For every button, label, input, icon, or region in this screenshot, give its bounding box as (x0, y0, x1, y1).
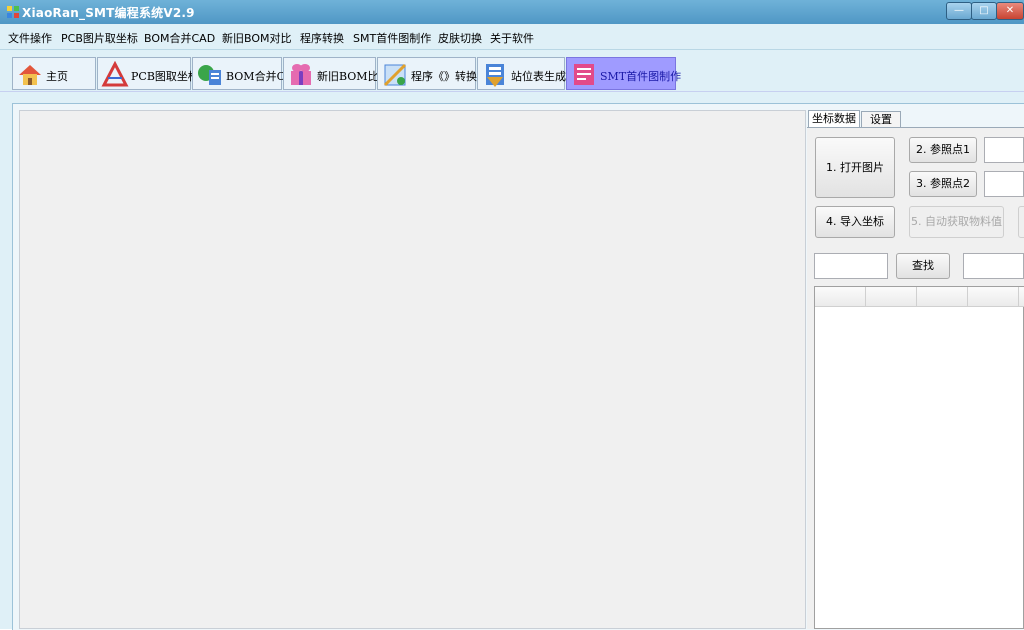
grid-column-header[interactable] (968, 287, 1019, 307)
search-input-right[interactable] (963, 253, 1024, 279)
menu-program-convert[interactable]: 程序转换 (300, 30, 344, 46)
menu-smt-first-article[interactable]: SMT首件图制作 (353, 30, 431, 46)
menu-bom-merge[interactable]: BOM合并CAD (144, 30, 215, 46)
ref-point1-button[interactable]: 2. 参照点1 (909, 137, 977, 163)
search-input-left[interactable] (814, 253, 888, 279)
tab-bom-compare[interactable]: 新旧BOM比较 (283, 57, 390, 90)
pcb-icon (101, 61, 129, 87)
minimize-button[interactable]: — (946, 2, 972, 20)
tab-program-convert[interactable]: 程序《》转换 (377, 57, 477, 90)
station-table-icon (486, 64, 504, 87)
tab-coordinate-data[interactable]: 坐标数据 (808, 110, 860, 128)
convert-icon (383, 63, 407, 87)
compare-icon (291, 64, 311, 85)
title-bar: XiaoRan_SMT编程系统V2.9 — □ ✕ (0, 0, 1024, 24)
auto-material-button[interactable]: 5. 自动获取物料值 (909, 206, 1004, 238)
tab-settings[interactable]: 设置 (861, 111, 901, 128)
app-icon (7, 6, 19, 18)
menu-pcb-coords[interactable]: PCB图片取坐标 (61, 30, 138, 46)
search-button[interactable]: 查找 (896, 253, 950, 279)
menu-file[interactable]: 文件操作 (8, 30, 52, 46)
merge-icon (198, 65, 221, 85)
first-article-icon (574, 64, 594, 85)
tab-station-table[interactable]: 站位表生成 (477, 57, 566, 90)
menu-about[interactable]: 关于软件 (490, 30, 534, 46)
menu-bom-compare[interactable]: 新旧BOM对比 (222, 30, 292, 46)
home-icon (19, 65, 41, 85)
import-coords-button[interactable]: 4. 导入坐标 (815, 206, 895, 238)
extra-button[interactable] (1018, 206, 1024, 238)
coordinate-grid[interactable] (814, 286, 1024, 629)
grid-column-header[interactable] (815, 287, 866, 307)
close-button[interactable]: ✕ (996, 2, 1024, 20)
tab-strip: 主页 PCB图取坐标 BOM合并CAD 新旧BOM比较 程序《》转换 站位表生成… (0, 50, 1024, 96)
grid-column-header[interactable] (866, 287, 917, 307)
ref-point2-button[interactable]: 3. 参照点2 (909, 171, 977, 197)
tab-home[interactable]: 主页 (12, 57, 96, 90)
ref-point1-field[interactable] (984, 137, 1024, 163)
open-image-button[interactable]: 1. 打开图片 (815, 137, 895, 198)
grid-column-header[interactable] (917, 287, 968, 307)
grid-header (815, 287, 1024, 307)
maximize-button[interactable]: □ (971, 2, 997, 20)
ref-point2-field[interactable] (984, 171, 1024, 197)
tab-strip-divider (0, 91, 1024, 92)
tab-smt-first-article[interactable]: SMT首件图制作 (566, 57, 681, 90)
tab-pcb-coords[interactable]: PCB图取坐标 (97, 57, 199, 90)
grid-column-header[interactable] (1019, 287, 1024, 307)
image-canvas[interactable] (19, 110, 806, 629)
tab-bom-merge[interactable]: BOM合并CAD (192, 57, 302, 90)
menu-skin[interactable]: 皮肤切换 (438, 30, 482, 46)
window-title: XiaoRan_SMT编程系统V2.9 (22, 6, 195, 20)
menu-bar: 文件操作 PCB图片取坐标 BOM合并CAD 新旧BOM对比 程序转换 SMT首… (0, 24, 1024, 50)
